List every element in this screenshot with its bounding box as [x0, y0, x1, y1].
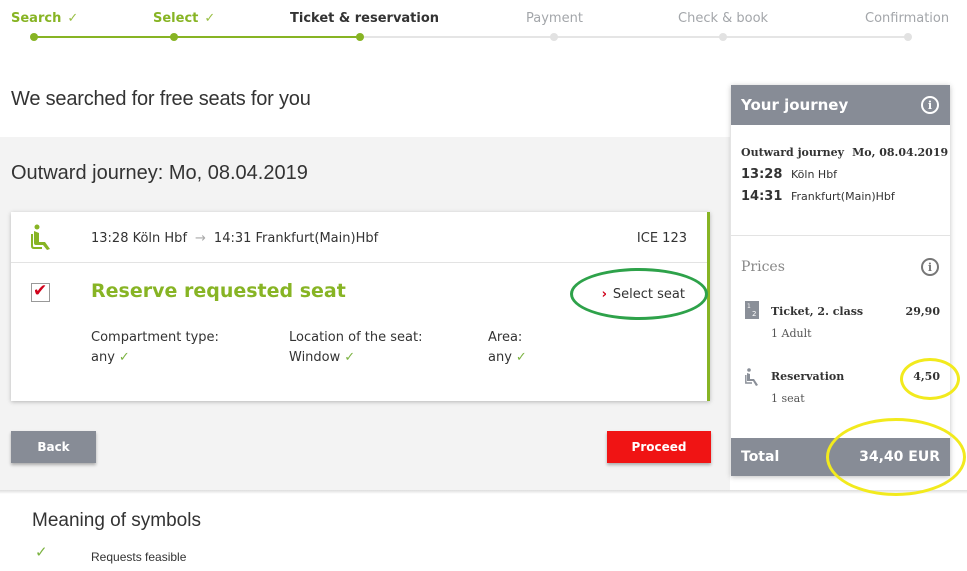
step-ticket-reservation: Ticket & reservation [290, 11, 440, 26]
progress-stepper: Search ✓ Select ✓ Ticket & reservation Pay… [0, 0, 967, 50]
seat-location: Location of the seat: Window ✓ [289, 328, 422, 368]
route-arrival: 14:31 Frankfurt(Main)Hbf [213, 231, 379, 246]
price-item-sub: 1 Adult [771, 327, 812, 340]
step-dot-search [30, 33, 38, 41]
step-dot-ticket [356, 33, 364, 41]
attr-label: Area: [488, 330, 523, 345]
annotation-circle-green [570, 268, 708, 320]
seat-icon [745, 368, 758, 386]
train-number: ICE 123 [636, 231, 687, 246]
price-item-value: 29,90 [905, 305, 940, 318]
info-icon[interactable]: i [921, 96, 939, 114]
step-select[interactable]: Select ✓ [153, 11, 215, 26]
seat-icon [31, 224, 50, 250]
total-label: Total [741, 449, 780, 465]
price-item-name: Reservation [771, 370, 845, 383]
stop-time: 13:28 [741, 167, 783, 182]
stepper-line-todo [360, 36, 910, 38]
step-check-book: Check & book [678, 11, 769, 26]
check-icon: ✓ [118, 350, 130, 365]
attr-label: Location of the seat: [289, 330, 423, 345]
stop-row: 13:28 Köln Hbf [741, 167, 837, 182]
outward-label: Outward journey [741, 146, 845, 159]
svg-text:2: 2 [752, 310, 756, 318]
attr-value: any [91, 350, 115, 365]
step-search[interactable]: Search ✓ [11, 11, 78, 26]
checkmark-icon: ✔ [33, 281, 48, 301]
stop-station: Frankfurt(Main)Hbf [791, 190, 895, 203]
annotation-circle-yellow [826, 418, 966, 496]
legend-text: Requests feasible [91, 550, 187, 564]
attr-value: Window [289, 350, 341, 365]
route: 13:28 Köln Hbf → 14:31 Frankfurt(Main)Hbf [91, 231, 378, 246]
check-icon: ✓ [515, 350, 527, 365]
connection-row: 13:28 Köln Hbf → 14:31 Frankfurt(Main)Hbf … [11, 212, 707, 263]
step-confirmation: Confirmation [865, 11, 950, 26]
page-intro: We searched for free seats for you [11, 88, 311, 110]
divider [731, 235, 950, 236]
stepper-line-done [34, 36, 360, 38]
prices-title: Prices [741, 259, 785, 275]
symbols-title: Meaning of symbols [32, 510, 201, 531]
arrow-right-icon: → [195, 231, 206, 246]
step-dot-confirmation [904, 33, 912, 41]
svg-text:1: 1 [747, 303, 751, 310]
back-button[interactable]: Back [11, 431, 96, 463]
stop-time: 14:31 [741, 189, 783, 204]
section-divider [0, 490, 967, 494]
area: Area: any ✓ [488, 328, 527, 368]
step-label: Search [11, 11, 62, 26]
check-icon: ✓ [344, 350, 356, 365]
reserve-seat-checkbox[interactable]: ✔ [31, 281, 50, 302]
stop-station: Köln Hbf [791, 168, 838, 181]
outward-date: Mo, 08.04.2019 [852, 146, 949, 159]
step-payment: Payment [526, 11, 583, 26]
attr-label: Compartment type: [91, 330, 219, 345]
outward-journey-summary: Outward journey Mo, 08.04.2019 [741, 146, 948, 159]
step-label: Select [153, 11, 199, 26]
route-departure: 13:28 Köln Hbf [91, 231, 188, 246]
journey-card: 13:28 Köln Hbf → 14:31 Frankfurt(Main)Hbf … [11, 212, 710, 401]
annotation-circle-yellow [900, 358, 960, 400]
step-dot-select [170, 33, 178, 41]
info-icon[interactable]: i [921, 258, 939, 276]
panel-header: Your journey i [731, 85, 950, 125]
outward-journey-title: Outward journey: Mo, 08.04.2019 [11, 162, 308, 184]
price-item-sub: 1 seat [771, 392, 805, 405]
stop-row: 14:31 Frankfurt(Main)Hbf [741, 189, 895, 204]
ticket-class-icon: 1 2 [745, 301, 759, 319]
proceed-button[interactable]: Proceed [607, 431, 711, 463]
reserve-seat-title: Reserve requested seat [91, 280, 346, 302]
price-item-name: Ticket, 2. class [771, 305, 864, 318]
step-dot-payment [550, 33, 558, 41]
step-dot-check [719, 33, 727, 41]
check-icon: ✓ [204, 11, 216, 26]
compartment-type: Compartment type: any ✓ [91, 328, 219, 368]
check-icon: ✓ [35, 543, 48, 561]
attr-value: any [488, 350, 512, 365]
panel-title: Your journey [741, 96, 849, 114]
journey-summary-panel: Your journey i Outward journey Mo, 08.04.… [731, 85, 950, 476]
check-icon: ✓ [67, 11, 79, 26]
